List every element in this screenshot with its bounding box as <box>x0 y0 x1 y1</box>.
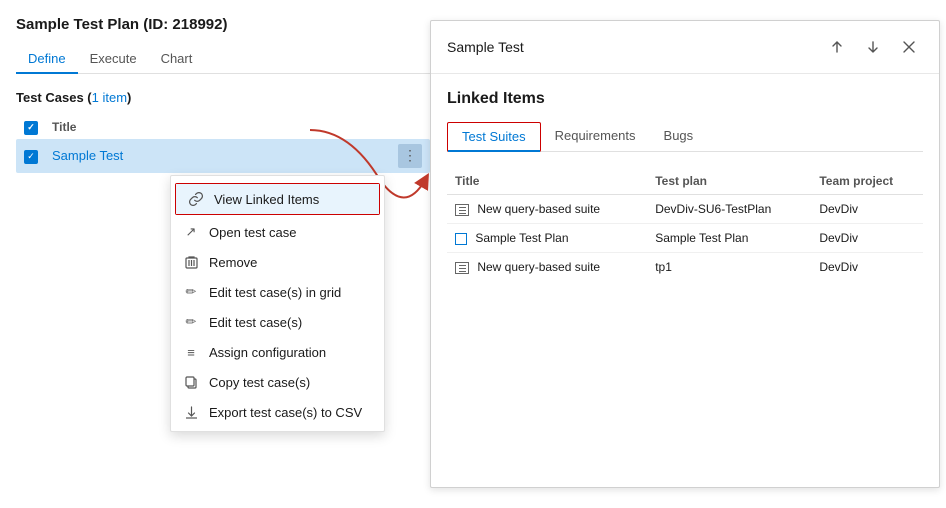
col-test-plan: Test plan <box>647 168 811 195</box>
row-teamproject-2: DevDiv <box>811 253 923 282</box>
static-suite-icon <box>455 233 467 245</box>
table-row: New query-based suite DevDiv-SU6-TestPla… <box>447 195 923 224</box>
header-checkbox-box[interactable] <box>24 121 38 135</box>
right-panel: Sample Test Linked Items <box>430 20 940 488</box>
download-icon <box>183 404 199 420</box>
tab-chart[interactable]: Chart <box>149 45 205 74</box>
move-up-button[interactable] <box>823 33 851 61</box>
row-testplan-1: Sample Test Plan <box>647 224 811 253</box>
tab-bugs[interactable]: Bugs <box>650 122 708 152</box>
linked-items-title: Linked Items <box>447 90 923 108</box>
pencil-grid-icon: ✏ <box>183 284 199 300</box>
right-panel-title: Sample Test <box>447 39 823 55</box>
list-item[interactable]: Sample Test ⋮ <box>16 139 430 173</box>
row-testplan-0: DevDiv-SU6-TestPlan <box>647 195 811 224</box>
copy-icon <box>183 374 199 390</box>
menu-item-copy[interactable]: Copy test case(s) <box>171 367 384 397</box>
right-panel-header: Sample Test <box>431 21 939 74</box>
menu-item-remove[interactable]: Remove <box>171 247 384 277</box>
query-suite-icon-2 <box>455 262 469 274</box>
row-testplan-2: tp1 <box>647 253 811 282</box>
item-checkbox[interactable] <box>24 147 44 164</box>
menu-item-view-linked[interactable]: View Linked Items <box>176 184 379 214</box>
move-down-button[interactable] <box>859 33 887 61</box>
page-title: Sample Test Plan (ID: 218992) <box>16 16 430 33</box>
right-panel-body: Linked Items Test Suites Requirements Bu… <box>431 74 939 297</box>
trash-icon <box>183 254 199 270</box>
menu-item-edit-cases[interactable]: ✏ Edit test case(s) <box>171 307 384 337</box>
list-icon: ≡ <box>183 344 199 360</box>
arrow-icon: ↗ <box>183 224 199 240</box>
query-suite-icon <box>455 204 469 216</box>
test-cases-list: Title Sample Test ⋮ <box>16 115 430 173</box>
tab-test-suites[interactable]: Test Suites <box>448 123 540 152</box>
menu-label-assign-config: Assign configuration <box>209 345 326 360</box>
table-row: New query-based suite tp1 DevDiv <box>447 253 923 282</box>
close-button[interactable] <box>895 33 923 61</box>
list-header: Title <box>16 115 430 139</box>
row-teamproject-0: DevDiv <box>811 195 923 224</box>
tab-requirements[interactable]: Requirements <box>541 122 650 152</box>
header-actions <box>823 33 923 61</box>
col-team-project: Team project <box>811 168 923 195</box>
table-row: Sample Test Plan Sample Test Plan DevDiv <box>447 224 923 253</box>
row-teamproject-1: DevDiv <box>811 224 923 253</box>
menu-item-open-test[interactable]: ↗ Open test case <box>171 217 384 247</box>
left-panel: Sample Test Plan (ID: 218992) Define Exe… <box>0 0 430 508</box>
menu-label-edit-cases: Edit test case(s) <box>209 315 302 330</box>
test-suites-tab-wrapper: Test Suites <box>447 122 541 152</box>
item-label[interactable]: Sample Test <box>52 148 398 163</box>
menu-label-edit-grid: Edit test case(s) in grid <box>209 285 341 300</box>
col-title: Title <box>447 168 647 195</box>
linked-items-table: Title Test plan Team project New query-b… <box>447 168 923 281</box>
menu-label-copy: Copy test case(s) <box>209 375 310 390</box>
menu-label-open-test: Open test case <box>209 225 296 240</box>
main-tabs: Define Execute Chart <box>16 45 430 74</box>
view-linked-item-wrapper: View Linked Items <box>175 183 380 215</box>
context-menu: View Linked Items ↗ Open test case Remov… <box>170 175 385 432</box>
link-icon <box>188 191 204 207</box>
tab-execute[interactable]: Execute <box>78 45 149 74</box>
menu-label-export: Export test case(s) to CSV <box>209 405 362 420</box>
more-button[interactable]: ⋮ <box>398 144 422 168</box>
linked-tabs: Test Suites Requirements Bugs <box>447 122 923 152</box>
item-checkbox-box[interactable] <box>24 150 38 164</box>
row-title-0: New query-based suite <box>447 195 647 224</box>
row-title-1: Sample Test Plan <box>447 224 647 253</box>
header-checkbox[interactable] <box>24 119 44 135</box>
section-title: Test Cases (1 item) <box>16 90 430 105</box>
menu-label-view-linked: View Linked Items <box>214 192 319 207</box>
title-column-header: Title <box>52 120 76 134</box>
menu-item-export[interactable]: Export test case(s) to CSV <box>171 397 384 427</box>
tab-define[interactable]: Define <box>16 45 78 74</box>
menu-item-edit-grid[interactable]: ✏ Edit test case(s) in grid <box>171 277 384 307</box>
row-title-2: New query-based suite <box>447 253 647 282</box>
menu-label-remove: Remove <box>209 255 257 270</box>
menu-item-assign-config[interactable]: ≡ Assign configuration <box>171 337 384 367</box>
pencil-icon: ✏ <box>183 314 199 330</box>
